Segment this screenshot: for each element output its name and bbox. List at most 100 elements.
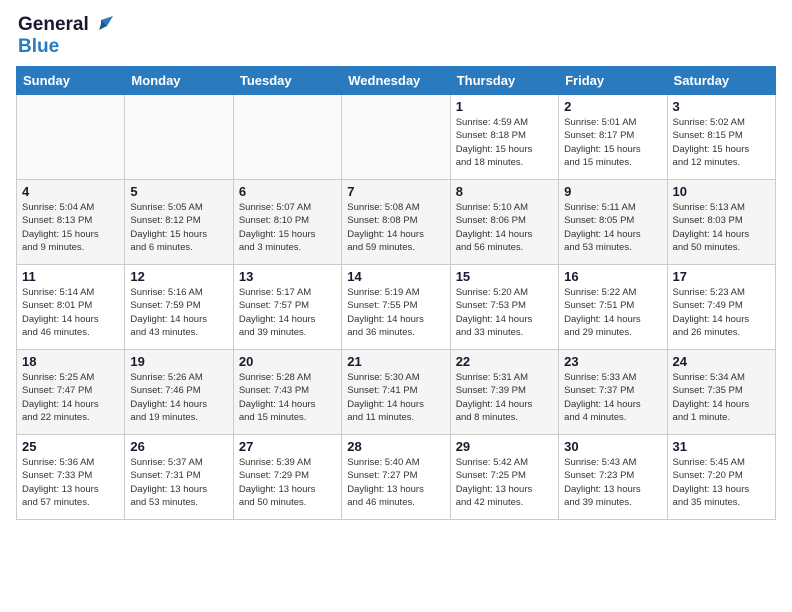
day-info: Sunrise: 5:22 AM Sunset: 7:51 PM Dayligh… xyxy=(564,286,661,339)
day-number: 5 xyxy=(130,184,227,199)
day-cell-12: 12 Sunrise: 5:16 AM Sunset: 7:59 PM Dayli… xyxy=(125,265,233,350)
day-cell-23: 23 Sunrise: 5:33 AM Sunset: 7:37 PM Dayli… xyxy=(559,350,667,435)
day-cell-1: 1 Sunrise: 4:59 AM Sunset: 8:18 PM Daylig… xyxy=(450,95,558,180)
day-number: 18 xyxy=(22,354,119,369)
logo: General Blue xyxy=(18,14,113,58)
day-info: Sunrise: 5:05 AM Sunset: 8:12 PM Dayligh… xyxy=(130,201,227,254)
day-info: Sunrise: 5:40 AM Sunset: 7:27 PM Dayligh… xyxy=(347,456,444,509)
day-cell-3: 3 Sunrise: 5:02 AM Sunset: 8:15 PM Daylig… xyxy=(667,95,775,180)
day-number: 10 xyxy=(673,184,770,199)
day-info: Sunrise: 5:28 AM Sunset: 7:43 PM Dayligh… xyxy=(239,371,336,424)
day-info: Sunrise: 5:30 AM Sunset: 7:41 PM Dayligh… xyxy=(347,371,444,424)
day-info: Sunrise: 5:19 AM Sunset: 7:55 PM Dayligh… xyxy=(347,286,444,339)
logo-bird-icon xyxy=(93,16,113,34)
week-row-2: 4Sunrise: 5:04 AM Sunset: 8:13 PM Daylig… xyxy=(17,180,776,265)
day-cell-empty-2 xyxy=(233,95,341,180)
day-info: Sunrise: 5:04 AM Sunset: 8:13 PM Dayligh… xyxy=(22,201,119,254)
day-info: Sunrise: 5:23 AM Sunset: 7:49 PM Dayligh… xyxy=(673,286,770,339)
day-cell-29: 29 Sunrise: 5:42 AM Sunset: 7:25 PM Dayli… xyxy=(450,435,558,520)
day-number: 12 xyxy=(130,269,227,284)
day-info: Sunrise: 5:25 AM Sunset: 7:47 PM Dayligh… xyxy=(22,371,119,424)
day-cell-22: 22Sunrise: 5:31 AM Sunset: 7:39 PM Dayli… xyxy=(450,350,558,435)
day-cell-21: 21 Sunrise: 5:30 AM Sunset: 7:41 PM Dayli… xyxy=(342,350,450,435)
day-cell-24: 24Sunrise: 5:34 AM Sunset: 7:35 PM Dayli… xyxy=(667,350,775,435)
day-cell-16: 16Sunrise: 5:22 AM Sunset: 7:51 PM Dayli… xyxy=(559,265,667,350)
day-info: Sunrise: 5:01 AM Sunset: 8:17 PM Dayligh… xyxy=(564,116,661,169)
header: General Blue xyxy=(0,0,792,66)
day-info: Sunrise: 5:33 AM Sunset: 7:37 PM Dayligh… xyxy=(564,371,661,424)
day-info: Sunrise: 5:39 AM Sunset: 7:29 PM Dayligh… xyxy=(239,456,336,509)
day-number: 23 xyxy=(564,354,661,369)
day-cell-8: 8Sunrise: 5:10 AM Sunset: 8:06 PM Daylig… xyxy=(450,180,558,265)
day-info: Sunrise: 5:16 AM Sunset: 7:59 PM Dayligh… xyxy=(130,286,227,339)
day-cell-15: 15Sunrise: 5:20 AM Sunset: 7:53 PM Dayli… xyxy=(450,265,558,350)
day-number: 13 xyxy=(239,269,336,284)
day-cell-11: 11 Sunrise: 5:14 AM Sunset: 8:01 PM Dayli… xyxy=(17,265,125,350)
day-info: Sunrise: 5:13 AM Sunset: 8:03 PM Dayligh… xyxy=(673,201,770,254)
day-info: Sunrise: 5:45 AM Sunset: 7:20 PM Dayligh… xyxy=(673,456,770,509)
day-number: 20 xyxy=(239,354,336,369)
day-cell-25: 25 Sunrise: 5:36 AM Sunset: 7:33 PM Dayli… xyxy=(17,435,125,520)
day-cell-6: 6Sunrise: 5:07 AM Sunset: 8:10 PM Daylig… xyxy=(233,180,341,265)
day-info: Sunrise: 5:02 AM Sunset: 8:15 PM Dayligh… xyxy=(673,116,770,169)
day-info: Sunrise: 5:17 AM Sunset: 7:57 PM Dayligh… xyxy=(239,286,336,339)
day-header-row: SundayMondayTuesdayWednesdayThursdayFrid… xyxy=(17,67,776,95)
day-cell-9: 9 Sunrise: 5:11 AM Sunset: 8:05 PM Daylig… xyxy=(559,180,667,265)
day-info: Sunrise: 5:14 AM Sunset: 8:01 PM Dayligh… xyxy=(22,286,119,339)
day-number: 7 xyxy=(347,184,444,199)
day-number: 11 xyxy=(22,269,119,284)
day-number: 25 xyxy=(22,439,119,454)
day-cell-26: 26Sunrise: 5:37 AM Sunset: 7:31 PM Dayli… xyxy=(125,435,233,520)
week-row-5: 25 Sunrise: 5:36 AM Sunset: 7:33 PM Dayli… xyxy=(17,435,776,520)
day-number: 1 xyxy=(456,99,553,114)
day-cell-17: 17 Sunrise: 5:23 AM Sunset: 7:49 PM Dayli… xyxy=(667,265,775,350)
day-number: 31 xyxy=(673,439,770,454)
day-number: 3 xyxy=(673,99,770,114)
logo-blue-text: Blue xyxy=(18,36,59,57)
day-number: 21 xyxy=(347,354,444,369)
day-cell-28: 28 Sunrise: 5:40 AM Sunset: 7:27 PM Dayli… xyxy=(342,435,450,520)
day-number: 22 xyxy=(456,354,553,369)
day-header-thursday: Thursday xyxy=(450,67,558,95)
day-info: Sunrise: 5:43 AM Sunset: 7:23 PM Dayligh… xyxy=(564,456,661,509)
day-cell-empty-0 xyxy=(17,95,125,180)
day-info: Sunrise: 5:08 AM Sunset: 8:08 PM Dayligh… xyxy=(347,201,444,254)
day-number: 9 xyxy=(564,184,661,199)
day-info: Sunrise: 5:26 AM Sunset: 7:46 PM Dayligh… xyxy=(130,371,227,424)
day-header-wednesday: Wednesday xyxy=(342,67,450,95)
day-number: 28 xyxy=(347,439,444,454)
calendar-table: SundayMondayTuesdayWednesdayThursdayFrid… xyxy=(16,66,776,520)
day-number: 30 xyxy=(564,439,661,454)
day-number: 17 xyxy=(673,269,770,284)
day-cell-30: 30 Sunrise: 5:43 AM Sunset: 7:23 PM Dayli… xyxy=(559,435,667,520)
day-cell-14: 14Sunrise: 5:19 AM Sunset: 7:55 PM Dayli… xyxy=(342,265,450,350)
day-cell-13: 13 Sunrise: 5:17 AM Sunset: 7:57 PM Dayli… xyxy=(233,265,341,350)
day-cell-4: 4Sunrise: 5:04 AM Sunset: 8:13 PM Daylig… xyxy=(17,180,125,265)
day-info: Sunrise: 5:36 AM Sunset: 7:33 PM Dayligh… xyxy=(22,456,119,509)
day-cell-empty-3 xyxy=(342,95,450,180)
day-cell-19: 19 Sunrise: 5:26 AM Sunset: 7:46 PM Dayli… xyxy=(125,350,233,435)
day-number: 29 xyxy=(456,439,553,454)
day-cell-31: 31 Sunrise: 5:45 AM Sunset: 7:20 PM Dayli… xyxy=(667,435,775,520)
day-info: Sunrise: 5:07 AM Sunset: 8:10 PM Dayligh… xyxy=(239,201,336,254)
day-header-tuesday: Tuesday xyxy=(233,67,341,95)
day-number: 8 xyxy=(456,184,553,199)
day-info: Sunrise: 5:42 AM Sunset: 7:25 PM Dayligh… xyxy=(456,456,553,509)
day-number: 15 xyxy=(456,269,553,284)
day-number: 24 xyxy=(673,354,770,369)
week-row-3: 11 Sunrise: 5:14 AM Sunset: 8:01 PM Dayli… xyxy=(17,265,776,350)
day-header-monday: Monday xyxy=(125,67,233,95)
day-number: 27 xyxy=(239,439,336,454)
day-cell-10: 10 Sunrise: 5:13 AM Sunset: 8:03 PM Dayli… xyxy=(667,180,775,265)
day-number: 2 xyxy=(564,99,661,114)
day-cell-empty-1 xyxy=(125,95,233,180)
day-info: Sunrise: 4:59 AM Sunset: 8:18 PM Dayligh… xyxy=(456,116,553,169)
logo-general-text: General xyxy=(18,14,89,36)
day-cell-2: 2 Sunrise: 5:01 AM Sunset: 8:17 PM Daylig… xyxy=(559,95,667,180)
day-cell-5: 5 Sunrise: 5:05 AM Sunset: 8:12 PM Daylig… xyxy=(125,180,233,265)
day-cell-7: 7 Sunrise: 5:08 AM Sunset: 8:08 PM Daylig… xyxy=(342,180,450,265)
day-number: 19 xyxy=(130,354,227,369)
day-cell-27: 27 Sunrise: 5:39 AM Sunset: 7:29 PM Dayli… xyxy=(233,435,341,520)
day-info: Sunrise: 5:11 AM Sunset: 8:05 PM Dayligh… xyxy=(564,201,661,254)
day-number: 26 xyxy=(130,439,227,454)
